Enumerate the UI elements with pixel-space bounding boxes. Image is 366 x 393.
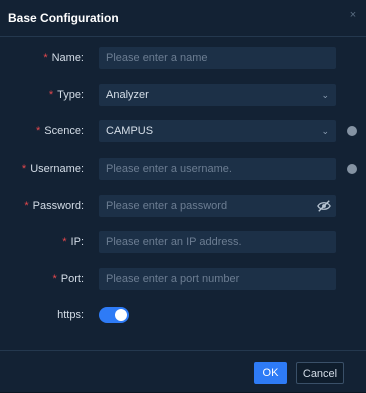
required-mark: * <box>21 163 27 175</box>
type-row: * Type: Analyzer ⌄ <box>0 84 366 106</box>
username-label: * Username: <box>0 158 84 180</box>
port-input[interactable]: Please enter a port number <box>99 268 336 290</box>
required-mark: * <box>43 52 48 64</box>
eye-off-icon[interactable] <box>317 199 331 213</box>
password-row: * Password: Please enter a password <box>0 195 366 217</box>
required-mark: * <box>48 89 54 101</box>
chevron-down-icon: ⌄ <box>321 126 329 136</box>
chevron-down-icon: ⌄ <box>321 90 329 100</box>
port-label-text: Port: <box>60 273 84 285</box>
required-mark: * <box>62 236 67 248</box>
password-label-text: Password: <box>32 200 84 212</box>
name-row: * Name: Please enter a name <box>0 47 366 69</box>
name-label-text: Name: <box>51 52 84 64</box>
base-configuration-dialog: Base Configuration × * Name: Please enter… <box>0 0 366 392</box>
dialog-footer: OK Cancel <box>0 350 366 393</box>
required-mark: * <box>24 200 29 212</box>
ip-label: * IP: <box>0 231 84 253</box>
password-label: * Password: <box>0 195 84 217</box>
username-input[interactable]: Please enter a username. <box>99 158 336 180</box>
name-input[interactable]: Please enter a name <box>99 47 336 69</box>
https-label: https: <box>57 309 84 321</box>
close-icon[interactable]: × <box>346 8 360 22</box>
type-selected-value: Analyzer <box>106 89 149 101</box>
scence-select[interactable]: CAMPUS ⌄ <box>99 120 336 142</box>
dialog-header: Base Configuration × <box>0 0 366 37</box>
scence-row: * Scence: CAMPUS ⌄ <box>0 120 366 142</box>
password-placeholder: Please enter a password <box>106 200 228 212</box>
required-mark: * <box>35 125 41 137</box>
ip-row: * IP: Please enter an IP address. <box>0 231 366 253</box>
scence-label: * Scence: <box>0 120 84 142</box>
port-label: * Port: <box>0 268 84 290</box>
ip-label-text: IP: <box>70 236 84 248</box>
dialog-title: Base Configuration <box>8 11 119 25</box>
name-label: * Name: <box>0 47 84 69</box>
scence-label-text: Scence: <box>44 125 84 137</box>
required-mark: * <box>52 273 57 285</box>
https-row: https: <box>0 304 366 326</box>
https-toggle[interactable] <box>99 307 129 323</box>
type-label-text: Type: <box>57 89 84 101</box>
type-select[interactable]: Analyzer ⌄ <box>99 84 336 106</box>
ip-input[interactable]: Please enter an IP address. <box>99 231 336 253</box>
type-label: * Type: <box>0 84 84 106</box>
cancel-button[interactable]: Cancel <box>296 362 344 384</box>
port-row: * Port: Please enter a port number <box>0 268 366 290</box>
username-label-text: Username: <box>30 163 84 175</box>
password-input[interactable]: Please enter a password <box>99 195 336 217</box>
scence-selected-value: CAMPUS <box>106 125 154 137</box>
username-help-icon[interactable] <box>347 164 357 174</box>
toggle-knob <box>115 309 127 321</box>
ok-button[interactable]: OK <box>254 362 287 384</box>
username-row: * Username: Please enter a username. <box>0 158 366 180</box>
scence-help-icon[interactable] <box>347 126 357 136</box>
